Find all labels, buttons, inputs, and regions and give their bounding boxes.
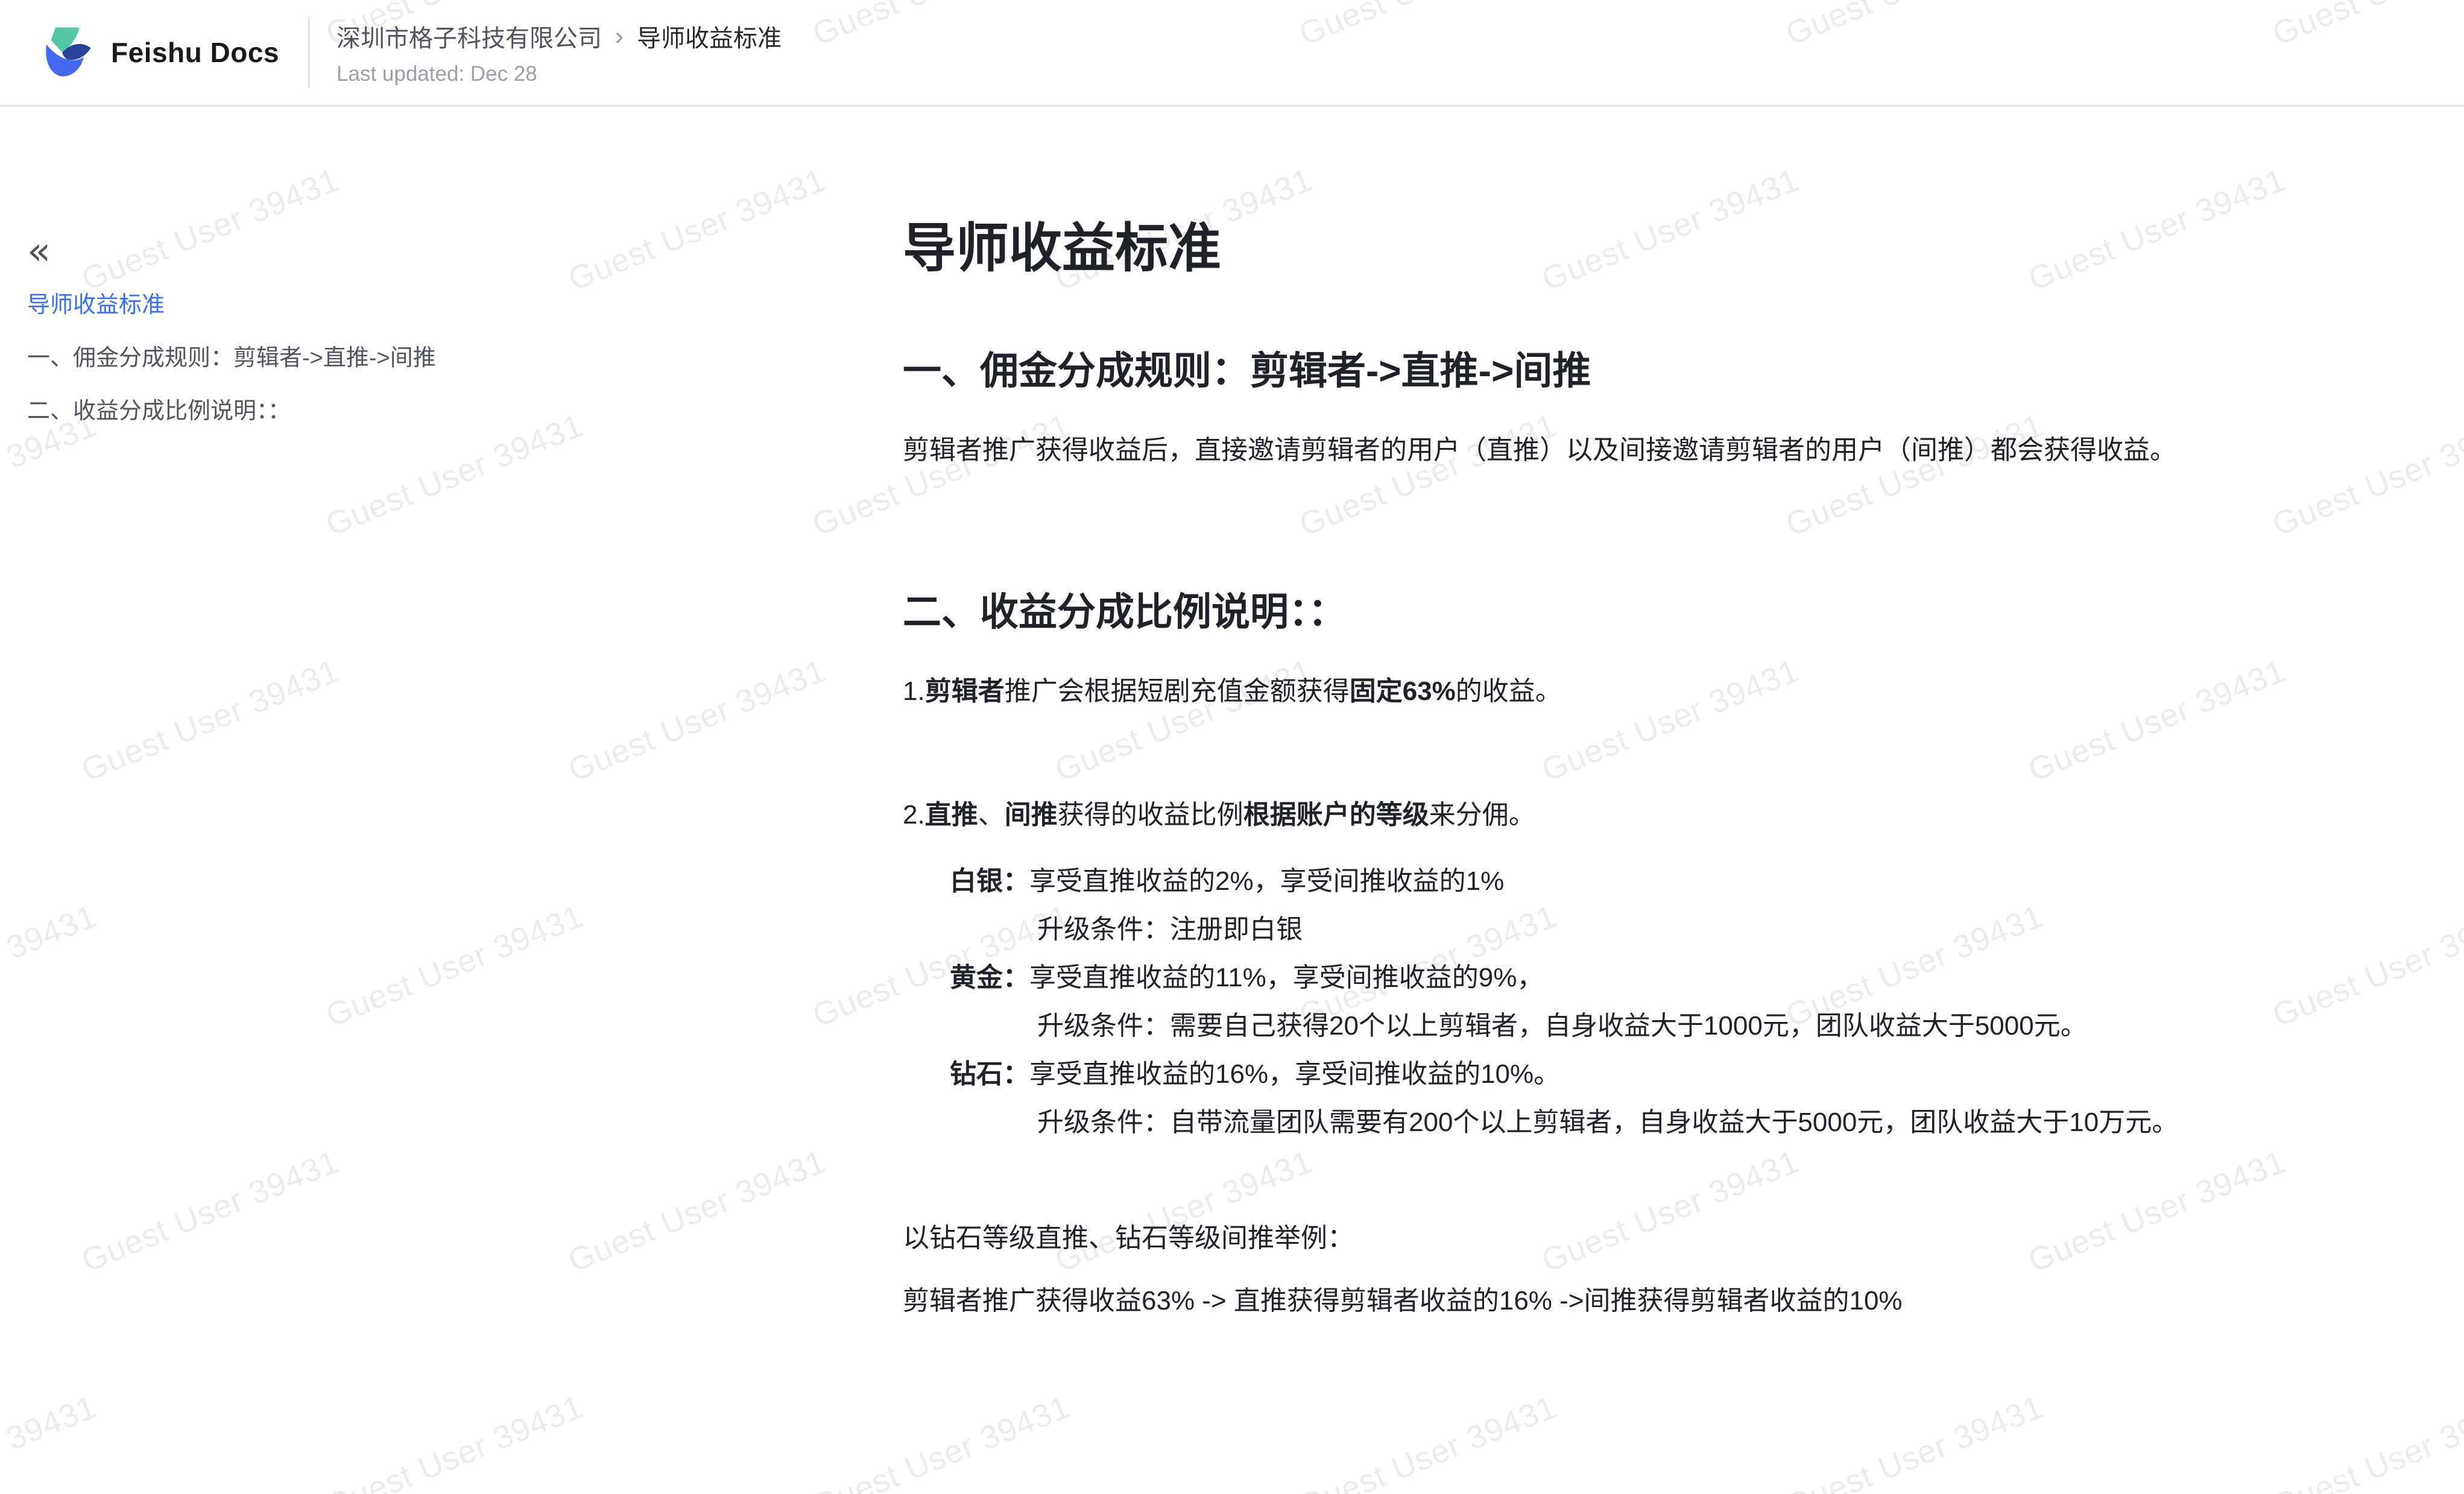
outline-list: 导师收益标准一、佣金分成规则：剪辑者->直推->间推二、收益分成比例说明：：	[27, 292, 879, 424]
level-benefit-row-2: 黄金：享受直推收益的11%，享受间推收益的9%，	[950, 954, 2301, 1002]
outline-sidebar: « 导师收益标准一、佣金分成规则：剪辑者->直推->间推二、收益分成比例说明：：	[0, 107, 903, 1494]
level-benefit-row-1: 白银：享受直推收益的2%，享受间推收益的1%	[950, 857, 2301, 906]
example-intro: 以钻石等级直推、钻石等级间推举例：	[903, 1219, 2301, 1258]
level-benefit: 享受直推收益的2%，享受间推收益的1%	[1029, 866, 1504, 896]
outline-item-2[interactable]: 一、佣金分成规则：剪辑者->直推->间推	[27, 345, 879, 371]
list-marker: 2.	[903, 800, 925, 830]
feishu-logo-icon[interactable]	[37, 24, 94, 81]
outline-item-1[interactable]: 导师收益标准	[27, 292, 879, 318]
level-condition-row-3: 升级条件：自带流量团队需要有200个以上剪辑者，自身收益大于5000元，团队收益…	[950, 1098, 2301, 1147]
section1-heading: 一、佣金分成规则：剪辑者->直推->间推	[903, 346, 2301, 396]
level-benefit: 享受直推收益的16%，享受间推收益的10%。	[1029, 1059, 1560, 1089]
section1-paragraph: 剪辑者推广获得收益后，直接邀请剪辑者的用户（直推）以及间接邀请剪辑者的用户（间推…	[903, 431, 2301, 470]
level-condition-row-1: 升级条件：注册即白银	[950, 906, 2301, 954]
header-divider	[308, 17, 310, 88]
doc-title: 导师收益标准	[903, 214, 2301, 283]
level-name: 白银：	[950, 866, 1029, 896]
last-updated-label: Last updated: Dec 28	[336, 62, 782, 86]
level-condition-row-2: 升级条件：需要自己获得20个以上剪辑者，自身收益大于1000元，团队收益大于50…	[950, 1002, 2301, 1050]
level-benefit: 享受直推收益的11%，享受间推收益的9%，	[1029, 963, 1543, 992]
level-name: 钻石：	[950, 1059, 1029, 1089]
section2-heading: 二、收益分成比例说明：：	[903, 587, 2301, 637]
list-item-1: 1.剪辑者推广会根据短剧充值金额获得固定63%的收益。	[903, 672, 2301, 711]
brand-title: Feishu Docs	[111, 36, 279, 69]
app-header: Feishu Docs 深圳市格子科技有限公司 › 导师收益标准 Last up…	[0, 0, 2464, 107]
level-list: 白银：享受直推收益的2%，享受间推收益的1%升级条件：注册即白银黄金：享受直推收…	[903, 857, 2301, 1147]
breadcrumb-separator-icon: ›	[615, 22, 624, 51]
breadcrumb: 深圳市格子科技有限公司 › 导师收益标准 Last updated: Dec 2…	[336, 19, 782, 86]
breadcrumb-org-link[interactable]: 深圳市格子科技有限公司	[336, 19, 602, 54]
level-name: 黄金：	[950, 963, 1029, 992]
document-body: 导师收益标准 一、佣金分成规则：剪辑者->直推->间推 剪辑者推广获得收益后，直…	[903, 107, 2464, 1494]
list-item-2: 2.直推、间推获得的收益比例根据账户的等级来分佣。	[903, 796, 2301, 834]
list-marker: 1.	[903, 676, 925, 706]
breadcrumb-current: 导师收益标准	[637, 19, 782, 54]
outline-item-3[interactable]: 二、收益分成比例说明：：	[27, 398, 879, 424]
example-line: 剪辑者推广获得收益63% -> 直推获得剪辑者收益的16% ->间推获得剪辑者收…	[903, 1282, 2301, 1320]
level-benefit-row-3: 钻石：享受直推收益的16%，享受间推收益的10%。	[950, 1050, 2301, 1098]
sidebar-collapse-icon[interactable]: «	[27, 230, 69, 273]
